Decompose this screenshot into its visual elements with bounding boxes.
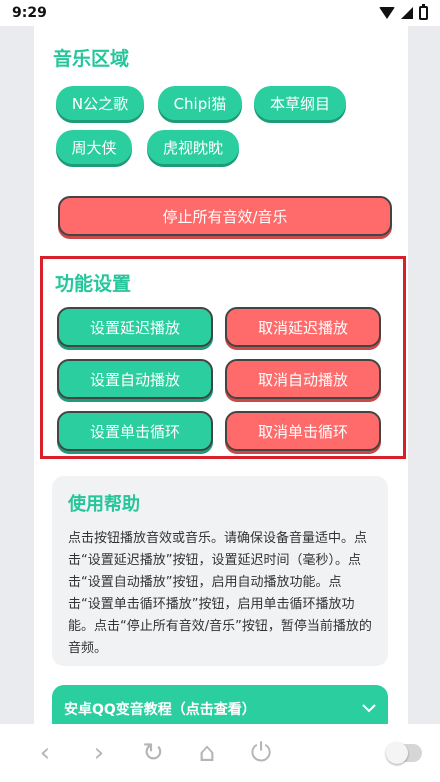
cancel-delay-button[interactable]: 取消延迟播放	[225, 307, 381, 347]
set-loop-button[interactable]: 设置单击循环	[57, 411, 213, 451]
stop-all-button[interactable]: 停止所有音效/音乐	[58, 196, 392, 236]
set-auto-button[interactable]: 设置自动播放	[57, 359, 213, 399]
music-button-bencao[interactable]: 本草纲目	[254, 86, 346, 120]
music-button-n-gong[interactable]: N公之歌	[56, 86, 144, 120]
function-settings-box: 功能设置 设置延迟播放 取消延迟播放 设置自动播放 取消自动播放 设置单击循环 …	[40, 256, 406, 459]
forward-icon[interactable]: ›	[72, 738, 126, 768]
cancel-loop-button[interactable]: 取消单击循环	[225, 411, 381, 451]
status-time: 9:29	[12, 5, 47, 21]
toggle-switch[interactable]	[386, 742, 422, 764]
music-button-zhou-daxia[interactable]: 周大侠	[56, 130, 132, 164]
tutorial-accordion[interactable]: 安卓QQ变音教程（点击查看）	[52, 685, 388, 724]
help-text: 点击按钮播放音效或音乐。请确保设备音量适中。点击“设置延迟播放”按钮，设置延迟时…	[68, 531, 372, 656]
music-button-chipi-cat[interactable]: Chipi猫	[158, 86, 242, 120]
status-icons	[379, 4, 428, 20]
battery-icon	[419, 4, 428, 20]
help-box: 使用帮助 点击按钮播放音效或音乐。请确保设备音量适中。点击“设置延迟播放”按钮，…	[52, 476, 388, 666]
music-button-hushi[interactable]: 虎视眈眈	[147, 130, 239, 164]
home-icon[interactable]: ⌂	[180, 738, 234, 768]
status-bar: 9:29	[0, 0, 440, 26]
browser-bottom-bar: ‹ › ↻ ⌂ ⏻	[0, 724, 440, 782]
back-icon[interactable]: ‹	[18, 738, 72, 768]
wifi-icon	[379, 7, 395, 19]
set-delay-button[interactable]: 设置延迟播放	[57, 307, 213, 347]
signal-icon	[401, 7, 413, 19]
function-section-title: 功能设置	[55, 273, 132, 295]
main-card: 音乐区域 N公之歌 Chipi猫 本草纲目 周大侠 虎视眈眈 停止所有音效/音乐…	[34, 26, 408, 724]
refresh-icon[interactable]: ↻	[126, 738, 180, 768]
music-section-title: 音乐区域	[53, 48, 130, 70]
cancel-auto-button[interactable]: 取消自动播放	[225, 359, 381, 399]
power-icon[interactable]: ⏻	[234, 738, 288, 769]
tutorial-label: 安卓QQ变音教程（点击查看）	[64, 702, 256, 718]
chevron-down-icon	[362, 701, 376, 717]
help-title: 使用帮助	[68, 494, 140, 515]
